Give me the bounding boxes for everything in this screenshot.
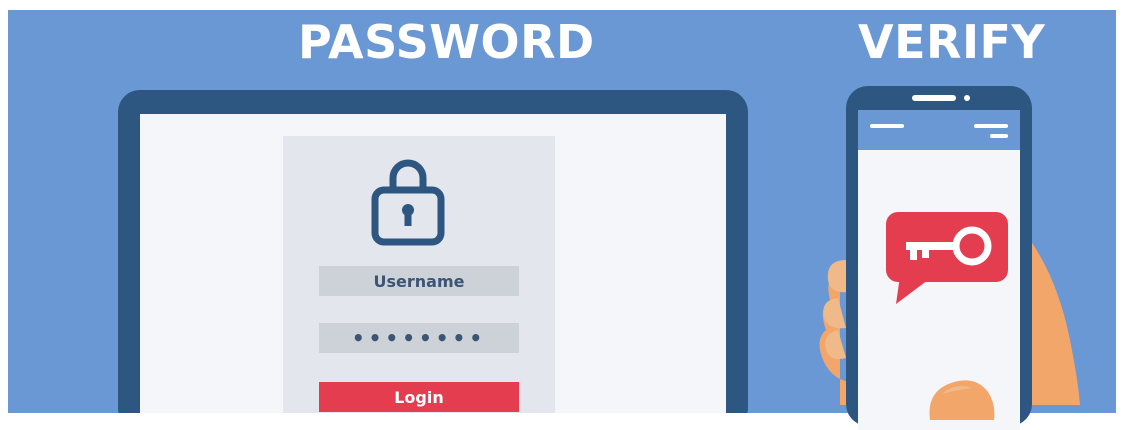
key-message-bubble bbox=[886, 212, 1008, 304]
chat-bubble-icon bbox=[886, 212, 1008, 304]
login-button[interactable]: Login bbox=[319, 382, 519, 412]
phone-camera bbox=[964, 95, 970, 101]
password-heading: PASSWORD bbox=[298, 15, 595, 69]
password-field[interactable]: •••••••• bbox=[319, 323, 519, 353]
phone-app-header bbox=[858, 110, 1020, 150]
login-panel: Username •••••••• Login bbox=[283, 136, 555, 413]
laptop-frame: Username •••••••• Login bbox=[118, 90, 748, 413]
menu-line-icon bbox=[990, 134, 1008, 138]
phone-speaker bbox=[912, 95, 956, 101]
lock-icon bbox=[371, 159, 445, 246]
username-label: Username bbox=[373, 271, 465, 291]
thumb-illustration bbox=[929, 380, 995, 420]
menu-line-icon bbox=[974, 124, 1008, 128]
password-mask: •••••••• bbox=[351, 326, 487, 350]
menu-line-icon bbox=[870, 124, 904, 128]
verify-heading: VERIFY bbox=[858, 15, 1046, 69]
laptop-screen: Username •••••••• Login bbox=[140, 114, 726, 413]
username-field[interactable]: Username bbox=[319, 266, 519, 296]
